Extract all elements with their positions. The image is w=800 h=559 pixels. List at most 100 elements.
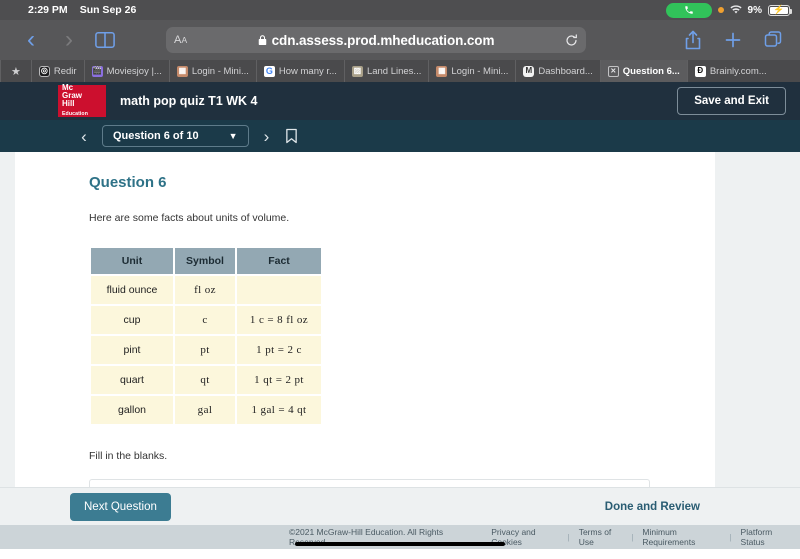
bookmark-icon[interactable] <box>285 128 298 144</box>
browser-tab-6[interactable]: M Dashboard... <box>516 60 599 82</box>
browser-tab-4[interactable]: ▨ Land Lines... <box>345 60 428 82</box>
logo-line-3: Hill <box>62 100 102 108</box>
footer-link-minimum-requirements[interactable]: Minimum Requirements <box>633 527 729 547</box>
column-header-fact: Fact <box>236 247 322 275</box>
battery-percent: 9% <box>748 5 762 16</box>
cell-symbol: c <box>174 305 236 335</box>
url-text: cdn.assess.prod.mheducation.com <box>272 33 495 48</box>
fill-in-blanks-label: Fill in the blanks. <box>89 450 715 462</box>
tab-overview-icon[interactable] <box>764 30 782 50</box>
question-page: Question 6 Here are some facts about uni… <box>0 152 800 525</box>
table-header-row: Unit Symbol Fact <box>90 247 322 275</box>
cell-fact <box>236 275 322 305</box>
page-footer: ©2021 McGraw-Hill Education. All Rights … <box>0 525 800 549</box>
cell-fact: 1 c = 8 fl oz <box>236 305 322 335</box>
browser-tab-5[interactable]: ▦ Login - Mini... <box>429 60 515 82</box>
toolbar-right-actions <box>684 30 788 50</box>
cell-symbol: fl oz <box>174 275 236 305</box>
tab-label: Dashboard... <box>538 66 592 77</box>
plus-icon[interactable] <box>724 30 742 50</box>
browser-tab-7-active[interactable]: ✕ Question 6... <box>601 60 687 82</box>
status-time: 2:29 PM <box>28 4 68 16</box>
page-title: Question 6 <box>89 174 715 191</box>
cell-fact: 1 qt = 2 pt <box>236 365 322 395</box>
cell-symbol: gal <box>174 395 236 425</box>
recording-indicator-icon <box>718 7 724 13</box>
cell-fact: 1 gal = 4 qt <box>236 395 322 425</box>
browser-tab-1[interactable]: 🎬 Moviesjoy |... <box>85 60 169 82</box>
browser-tab-2[interactable]: ▦ Login - Mini... <box>170 60 256 82</box>
next-question-arrow-button[interactable]: › <box>261 128 273 145</box>
cell-unit: quart <box>90 365 174 395</box>
question-selector[interactable]: Question 6 of 10 ▼ <box>102 125 249 147</box>
tab-label: Login - Mini... <box>192 66 249 77</box>
cell-symbol: pt <box>174 335 236 365</box>
tab-label: How many r... <box>279 66 337 77</box>
home-indicator[interactable] <box>295 542 505 546</box>
table-row: cup c 1 c = 8 fl oz <box>90 305 322 335</box>
bookmarks-sidebar-button[interactable] <box>94 30 132 50</box>
reload-icon[interactable] <box>565 34 578 47</box>
share-icon[interactable] <box>684 30 702 50</box>
ios-status-bar: 2:29 PM Sun Sep 26 9% ⚡ <box>0 0 800 20</box>
login-icon: ▦ <box>436 66 447 77</box>
save-and-exit-button[interactable]: Save and Exit <box>677 87 786 115</box>
tab-label: Land Lines... <box>367 66 421 77</box>
back-button[interactable]: ‹ <box>12 28 50 52</box>
footer-link-platform-status[interactable]: Platform Status <box>732 527 800 547</box>
units-of-volume-table: Unit Symbol Fact fluid ounce fl oz cup c… <box>89 246 323 426</box>
browser-tab-0[interactable]: ◎ Redir <box>32 60 84 82</box>
next-question-button[interactable]: Next Question <box>70 493 171 521</box>
question-icon: ✕ <box>608 66 619 77</box>
cell-unit: pint <box>90 335 174 365</box>
moviesjoy-icon: 🎬 <box>92 66 103 77</box>
column-header-symbol: Symbol <box>174 247 236 275</box>
brainly-icon: Ɖ <box>695 66 706 77</box>
tab-label: Redir <box>54 66 77 77</box>
app-header: Mc Graw Hill Education math pop quiz T1 … <box>0 82 800 120</box>
dashboard-icon: M <box>523 66 534 77</box>
footer-link-terms[interactable]: Terms of Use <box>570 527 631 547</box>
footer-links: Privacy and Cookies | Terms of Use | Min… <box>482 527 800 547</box>
question-prompt: Here are some facts about units of volum… <box>89 212 715 224</box>
redirect-icon: ◎ <box>39 66 50 77</box>
cell-unit: fluid ounce <box>90 275 174 305</box>
table-row: pint pt 1 pt = 2 c <box>90 335 322 365</box>
browser-tab-3[interactable]: G How many r... <box>257 60 344 82</box>
column-header-unit: Unit <box>90 247 174 275</box>
action-bar: Next Question Done and Review <box>0 487 800 525</box>
address-bar[interactable]: AA cdn.assess.prod.mheducation.com <box>166 27 586 53</box>
status-date: Sun Sep 26 <box>80 4 137 16</box>
question-card: Question 6 Here are some facts about uni… <box>15 152 715 525</box>
browser-tab-8[interactable]: Ɖ Brainly.com... <box>688 60 774 82</box>
logo-line-4: Education <box>62 110 102 118</box>
question-nav-bar: ‹ Question 6 of 10 ▼ › <box>0 120 800 152</box>
url-display: cdn.assess.prod.mheducation.com <box>166 33 586 48</box>
table-row: gallon gal 1 gal = 4 qt <box>90 395 322 425</box>
cell-fact: 1 pt = 2 c <box>236 335 322 365</box>
status-right-cluster: 9% ⚡ <box>666 3 790 18</box>
tab-label: Login - Mini... <box>451 66 508 77</box>
lock-icon <box>258 35 267 46</box>
tab-label: Moviesjoy |... <box>107 66 162 77</box>
browser-tabstrip: ★ ◎ Redir 🎬 Moviesjoy |... ▦ Login - Min… <box>0 60 800 82</box>
assignment-title: math pop quiz T1 WK 4 <box>120 94 258 108</box>
tab-label: Question 6... <box>623 66 680 77</box>
wifi-icon <box>730 5 742 15</box>
question-selector-label: Question 6 of 10 <box>113 130 199 142</box>
forward-button[interactable]: › <box>50 28 88 52</box>
phone-icon[interactable] <box>666 3 712 18</box>
browser-toolbar: ‹ › AA cdn.assess.prod.mheducation.com <box>0 20 800 60</box>
google-icon: G <box>264 66 275 77</box>
favorites-star-icon[interactable]: ★ <box>1 60 31 82</box>
cell-unit: gallon <box>90 395 174 425</box>
chevron-down-icon: ▼ <box>229 131 238 141</box>
previous-question-button[interactable]: ‹ <box>78 128 90 145</box>
table-row: fluid ounce fl oz <box>90 275 322 305</box>
done-and-review-button[interactable]: Done and Review <box>605 501 700 513</box>
landlines-icon: ▨ <box>352 66 363 77</box>
mcgraw-hill-logo: Mc Graw Hill Education <box>58 85 106 117</box>
cell-unit: cup <box>90 305 174 335</box>
table-row: quart qt 1 qt = 2 pt <box>90 365 322 395</box>
login-icon: ▦ <box>177 66 188 77</box>
